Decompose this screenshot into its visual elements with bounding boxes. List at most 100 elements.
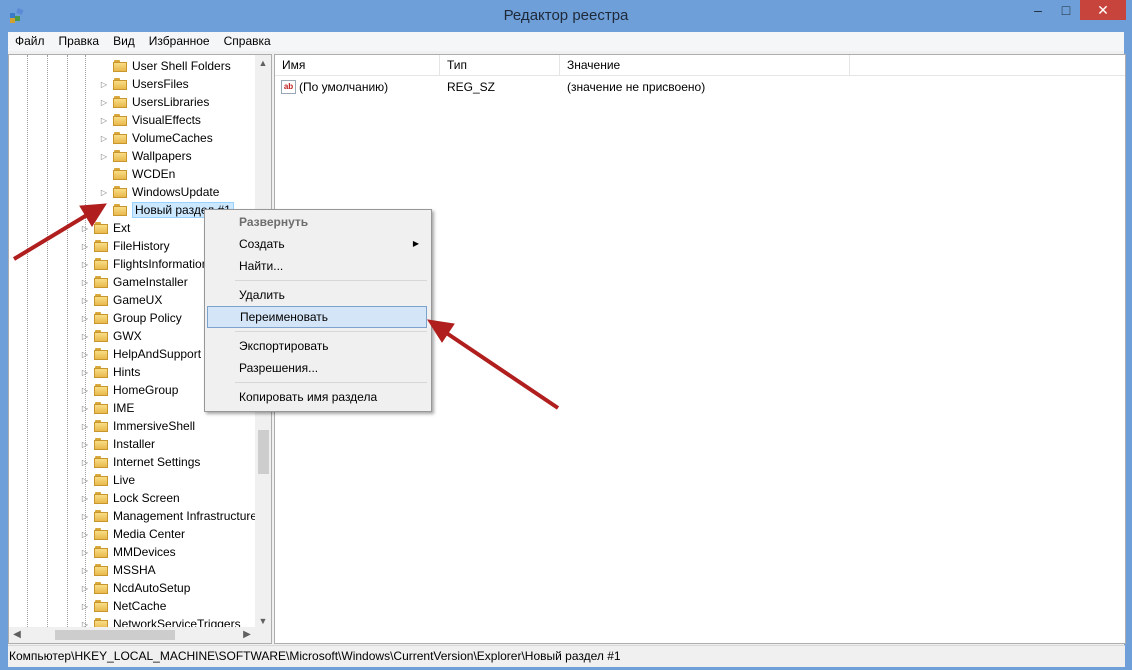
value-data: (значение не присвоено)	[567, 80, 706, 94]
folder-icon	[93, 563, 109, 577]
tree-item-label: Lock Screen	[113, 491, 180, 505]
tree-item[interactable]: ▷ VisualEffects	[99, 111, 201, 129]
folder-icon	[93, 473, 109, 487]
ctx-export[interactable]: Экспортировать	[207, 335, 427, 357]
menu-file[interactable]: Файл	[8, 32, 52, 51]
tree-item[interactable]: ▷ ImmersiveShell	[80, 417, 195, 435]
expand-arrow-icon[interactable]: ▷	[80, 350, 90, 359]
expand-arrow-icon[interactable]: ▷	[80, 260, 90, 269]
ctx-create[interactable]: Создать ▶	[207, 233, 427, 255]
tree-item[interactable]: ▷ HelpAndSupport	[80, 345, 201, 363]
tree-item[interactable]: ▷ FileHistory	[80, 237, 170, 255]
tree-item[interactable]: ▷ UsersFiles	[99, 75, 189, 93]
tree-item-label: VolumeCaches	[132, 131, 213, 145]
client-area: User Shell Folders ▷ UsersFiles ▷ UsersLibra…	[8, 51, 1126, 645]
tree-vscroll-thumb[interactable]	[258, 430, 269, 474]
tree-item[interactable]: ▷ Wallpapers	[99, 147, 192, 165]
folder-icon	[112, 167, 128, 181]
expand-arrow-icon[interactable]: ▷	[80, 368, 90, 377]
folder-icon	[93, 257, 109, 271]
ctx-find[interactable]: Найти...	[207, 255, 427, 277]
expand-arrow-icon[interactable]: ▷	[80, 530, 90, 539]
tree-item[interactable]: WCDEn	[99, 165, 175, 183]
submenu-arrow-icon: ▶	[412, 239, 419, 248]
scroll-left-arrow-icon[interactable]: ◀	[9, 627, 25, 643]
menu-favorites[interactable]: Избранное	[142, 32, 217, 51]
tree-item[interactable]: ▷ GameUX	[80, 291, 162, 309]
list-row-default-value[interactable]: ab (По умолчанию) REG_SZ (значение не пр…	[275, 78, 1125, 96]
tree-item-label: VisualEffects	[132, 113, 201, 127]
scroll-up-arrow-icon[interactable]: ▲	[255, 55, 271, 71]
folder-icon	[93, 437, 109, 451]
tree-item[interactable]: ▷ NetCache	[80, 597, 166, 615]
expand-arrow-icon[interactable]: ▷	[99, 152, 109, 161]
tree-item[interactable]: ▷ Lock Screen	[80, 489, 180, 507]
ctx-copy-key-name[interactable]: Копировать имя раздела	[207, 386, 427, 408]
menu-edit[interactable]: Правка	[52, 32, 107, 51]
tree-item[interactable]: ▷ Live	[80, 471, 135, 489]
tree-item[interactable]: ▷ IME	[80, 399, 134, 417]
expand-arrow-icon[interactable]: ▷	[80, 278, 90, 287]
tree-item[interactable]: ▷ FlightsInformation	[80, 255, 208, 273]
expand-arrow-icon[interactable]: ▷	[80, 566, 90, 575]
tree-item-label: GameUX	[113, 293, 163, 307]
expand-arrow-icon[interactable]: ▷	[80, 296, 90, 305]
expand-arrow-icon[interactable]: ▷	[80, 332, 90, 341]
expand-arrow-icon[interactable]: ▷	[80, 224, 90, 233]
minimize-button[interactable]: –	[1024, 0, 1052, 20]
tree-item[interactable]: ▷ GWX	[80, 327, 142, 345]
tree-item[interactable]: ▷ Internet Settings	[80, 453, 200, 471]
expand-arrow-icon[interactable]: ▷	[80, 242, 90, 251]
folder-icon	[93, 491, 109, 505]
expand-arrow-icon[interactable]: ▷	[80, 422, 90, 431]
expand-arrow-icon[interactable]: ▷	[80, 512, 90, 521]
menu-help[interactable]: Справка	[217, 32, 278, 51]
ctx-rename[interactable]: Переименовать	[207, 306, 427, 328]
expand-arrow-icon[interactable]: ▷	[99, 116, 109, 125]
expand-arrow-icon[interactable]: ▷	[80, 440, 90, 449]
tree-item[interactable]: ▷ HomeGroup	[80, 381, 178, 399]
column-header-value[interactable]: Значение	[560, 55, 850, 75]
column-header-name[interactable]: Имя	[275, 55, 440, 75]
scroll-right-arrow-icon[interactable]: ▶	[239, 627, 255, 643]
maximize-button[interactable]: □	[1052, 0, 1080, 20]
tree-item[interactable]: ▷ VolumeCaches	[99, 129, 213, 147]
expand-arrow-icon[interactable]: ▷	[80, 548, 90, 557]
expand-arrow-icon[interactable]: ▷	[99, 188, 109, 197]
reg-sz-icon: ab	[281, 80, 296, 94]
tree-item[interactable]: ▷ UsersLibraries	[99, 93, 209, 111]
expand-arrow-icon[interactable]: ▷	[80, 584, 90, 593]
tree-item[interactable]: ▷ Media Center	[80, 525, 185, 543]
tree-item[interactable]: ▷ Installer	[80, 435, 155, 453]
tree-item-label: MSSHA	[113, 563, 156, 577]
ctx-expand[interactable]: Развернуть	[207, 211, 427, 233]
tree-item[interactable]: ▷ GameInstaller	[80, 273, 188, 291]
expand-arrow-icon[interactable]: ▷	[80, 404, 90, 413]
expand-arrow-icon[interactable]: ▷	[99, 98, 109, 107]
window-title: Редактор реестра	[503, 7, 629, 24]
tree-hscroll-thumb[interactable]	[55, 630, 175, 640]
column-header-type[interactable]: Тип	[440, 55, 560, 75]
tree-item[interactable]: ▷ NcdAutoSetup	[80, 579, 190, 597]
expand-arrow-icon[interactable]: ▷	[99, 134, 109, 143]
expand-arrow-icon[interactable]: ▷	[80, 314, 90, 323]
tree-item[interactable]: User Shell Folders	[99, 57, 231, 75]
expand-arrow-icon[interactable]: ▷	[80, 386, 90, 395]
close-button[interactable]: ✕	[1080, 0, 1126, 20]
ctx-permissions[interactable]: Разрешения...	[207, 357, 427, 379]
tree-item[interactable]: ▷ Management Infrastructure	[80, 507, 255, 525]
tree-item[interactable]: ▷ Hints	[80, 363, 140, 381]
expand-arrow-icon[interactable]: ▷	[80, 476, 90, 485]
ctx-delete[interactable]: Удалить	[207, 284, 427, 306]
tree-item[interactable]: ▷ MSSHA	[80, 561, 156, 579]
expand-arrow-icon[interactable]: ▷	[80, 602, 90, 611]
tree-item[interactable]: ▷ Ext	[80, 219, 130, 237]
expand-arrow-icon[interactable]: ▷	[99, 80, 109, 89]
expand-arrow-icon[interactable]: ▷	[80, 458, 90, 467]
tree-item[interactable]: ▷ Group Policy	[80, 309, 182, 327]
tree-item[interactable]: ▷ MMDevices	[80, 543, 176, 561]
tree-item[interactable]: ▷ WindowsUpdate	[99, 183, 219, 201]
tree-horizontal-scrollbar[interactable]: ◀ ▶	[9, 627, 255, 643]
menu-view[interactable]: Вид	[106, 32, 142, 51]
expand-arrow-icon[interactable]: ▷	[80, 494, 90, 503]
